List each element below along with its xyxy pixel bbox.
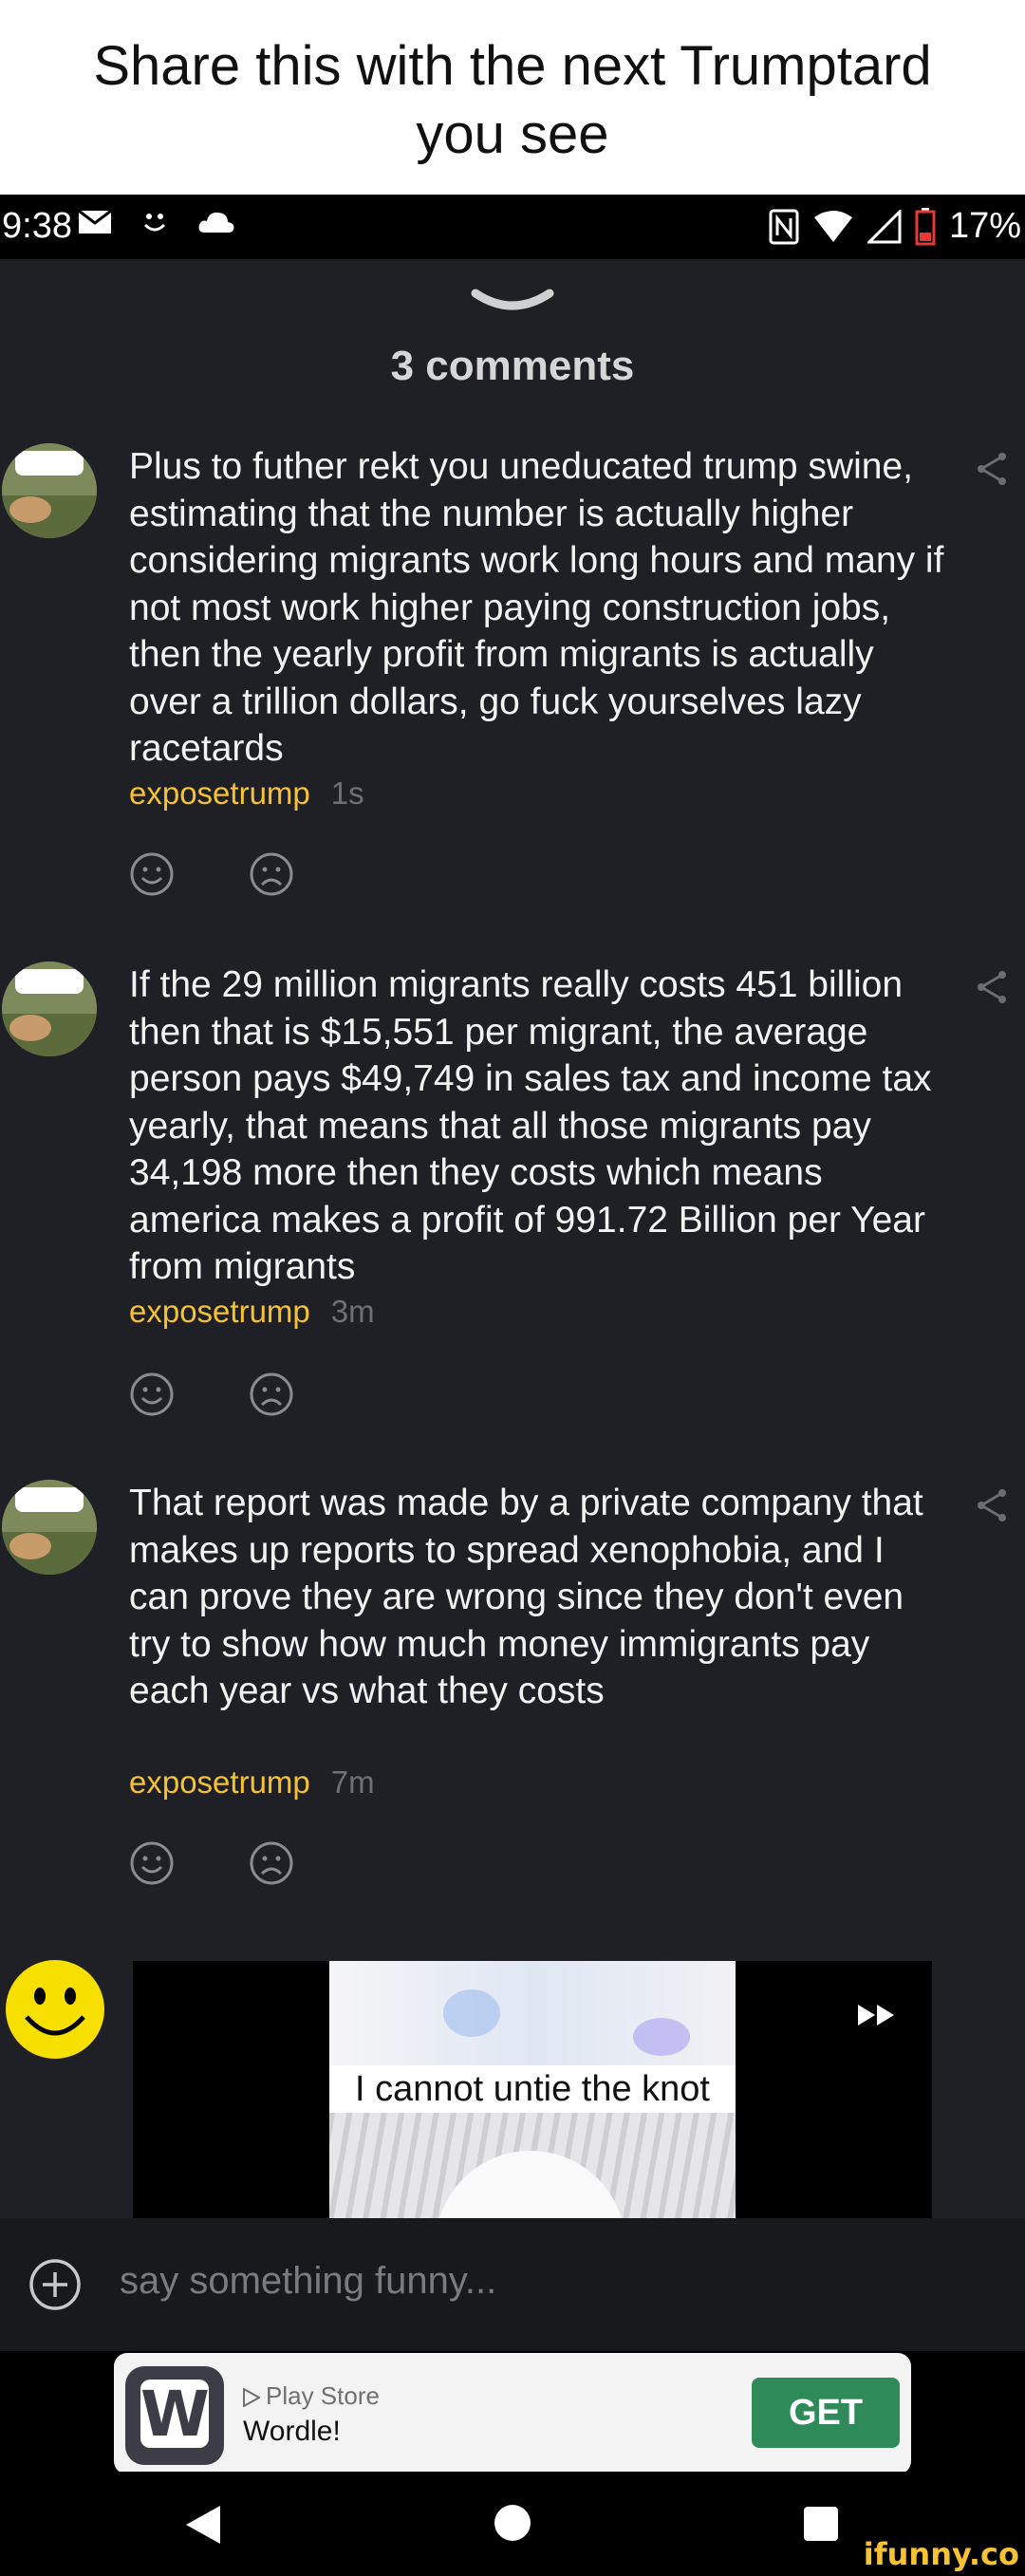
author-name[interactable]: exposetrump	[129, 775, 310, 811]
frown-react-icon[interactable]	[249, 1372, 294, 1417]
frown-react-icon[interactable]	[249, 1840, 294, 1886]
get-button[interactable]: GET	[752, 2378, 900, 2448]
comment-text: That report was made by a private compan…	[129, 1483, 923, 1711]
frown-react-icon[interactable]	[249, 851, 294, 897]
share-icon[interactable]	[976, 451, 1008, 487]
meme-caption: Share this with the next Trumptard you s…	[0, 0, 1025, 195]
caption-line-1: Share this with the next Trumptard	[93, 35, 932, 97]
media-attachment[interactable]: I cannot untie the knot	[133, 1961, 932, 2218]
author-name[interactable]: exposetrump	[129, 1294, 310, 1329]
cloud-icon	[198, 212, 234, 233]
store-label: Play Store	[243, 2381, 380, 2411]
avatar[interactable]	[2, 1480, 97, 1575]
comments-title: 3 comments	[390, 343, 635, 389]
status-time: 9:38	[2, 206, 72, 246]
battery-icon	[915, 207, 936, 245]
video-thumbnail[interactable]: I cannot untie the knot	[329, 1961, 736, 2218]
comment-author[interactable]: exposetrump 1s	[129, 775, 364, 812]
avatar[interactable]	[2, 961, 97, 1056]
comment-age: 1s	[330, 775, 364, 811]
share-icon[interactable]	[976, 969, 1008, 1005]
share-icon[interactable]	[976, 1487, 1008, 1523]
comment-input[interactable]: say something funny...	[120, 2260, 496, 2303]
app-icon[interactable]: W	[125, 2366, 224, 2465]
comments-sheet: 3 comments Plus to futher rekt you unedu…	[0, 259, 1025, 2218]
back-icon[interactable]	[184, 2504, 222, 2546]
author-name[interactable]: exposetrump	[129, 1764, 310, 1800]
comment-text: Plus to futher rekt you uneducated trump…	[129, 446, 944, 769]
app-icon-letter: W	[140, 2378, 210, 2451]
home-icon[interactable]	[494, 2504, 531, 2542]
fast-forward-icon[interactable]	[858, 2003, 896, 2027]
smile-status-icon	[143, 214, 166, 232]
nfc-icon	[769, 209, 799, 244]
add-attachment-icon[interactable]	[28, 2258, 82, 2311]
mail-icon	[78, 210, 112, 233]
store-name: Play Store	[266, 2381, 380, 2410]
wifi-icon	[813, 210, 852, 242]
ad-banner-area: W Play Store Wordle! GET	[0, 2351, 1025, 2474]
app-name: Wordle!	[243, 2416, 341, 2447]
smile-react-icon[interactable]	[129, 1840, 175, 1886]
comment-author[interactable]: exposetrump 7m	[129, 1764, 375, 1801]
signal-icon	[867, 209, 902, 243]
caption-line-2: you see	[416, 103, 609, 165]
play-store-icon	[243, 2387, 262, 2408]
nav-bar: ifunny.co	[0, 2472, 1025, 2576]
status-bar: 9:38 17%	[0, 195, 1025, 259]
comment-text: If the 29 million migrants really costs …	[129, 964, 932, 1287]
smile-react-icon[interactable]	[129, 1372, 175, 1417]
media-caption: I cannot untie the knot	[329, 2065, 736, 2113]
avatar[interactable]	[2, 443, 97, 538]
smile-react-icon[interactable]	[129, 851, 175, 897]
comment-author[interactable]: exposetrump 3m	[129, 1294, 375, 1330]
comment-age: 3m	[330, 1294, 375, 1329]
sheet-handle-icon[interactable]	[470, 286, 555, 314]
comment-input-bar: say something funny...	[0, 2218, 1025, 2351]
ad-banner[interactable]: W Play Store Wordle! GET	[114, 2353, 911, 2474]
battery-percent: 17%	[948, 206, 1021, 246]
comment-age: 7m	[330, 1764, 375, 1800]
recents-icon[interactable]	[803, 2506, 839, 2542]
watermark: ifunny.co	[863, 2536, 1019, 2572]
smiley-avatar-icon[interactable]	[4, 1958, 106, 2061]
